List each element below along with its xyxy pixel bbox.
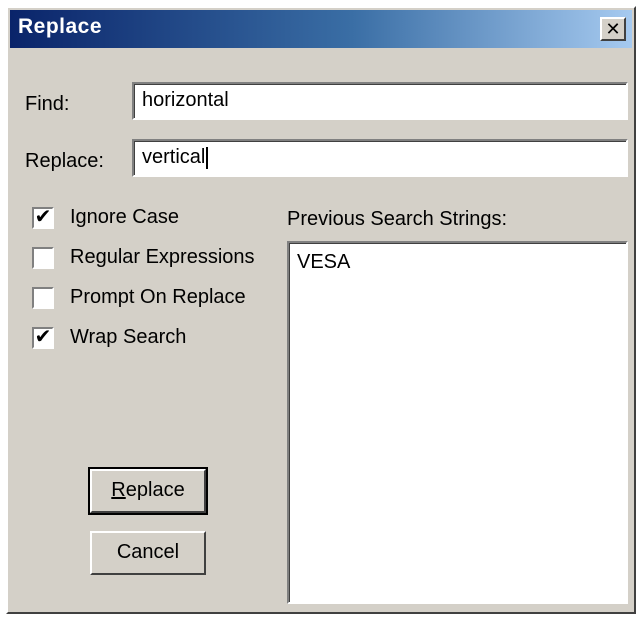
wrap-search-checkbox[interactable]: ✔ (32, 327, 54, 349)
replace-label: Replace: (25, 150, 104, 172)
title-bar[interactable]: Replace ✕ (10, 10, 632, 48)
find-label: Find: (25, 93, 70, 115)
previous-search-label: Previous Search Strings: (287, 208, 508, 230)
replace-button[interactable]: Replace (88, 467, 208, 515)
ignore-case-checkbox[interactable]: ✔ (32, 207, 54, 229)
regular-expressions-checkbox[interactable] (32, 247, 54, 269)
replace-input-value: vertical (142, 146, 206, 168)
replace-button-label: Replace (111, 479, 185, 501)
wrap-search-label: Wrap Search (70, 326, 187, 348)
text-caret (206, 146, 209, 169)
cancel-button[interactable]: Cancel (90, 531, 206, 575)
checkmark-icon: ✔ (34, 326, 52, 348)
cancel-button-label: Cancel (116, 541, 180, 563)
replace-dialog: Replace ✕ Find: horizontal Replace: vert… (6, 6, 636, 614)
list-item[interactable]: VESA (289, 243, 626, 274)
regular-expressions-label: Regular Expressions (70, 246, 255, 268)
prompt-on-replace-label: Prompt On Replace (70, 286, 246, 308)
close-icon: ✕ (605, 19, 621, 39)
prompt-on-replace-checkbox[interactable] (32, 287, 54, 309)
find-input[interactable]: horizontal (132, 82, 628, 120)
checkmark-icon: ✔ (34, 206, 52, 228)
replace-input[interactable]: vertical (132, 139, 628, 177)
find-input-value: horizontal (142, 89, 229, 111)
window-title: Replace (18, 15, 103, 38)
ignore-case-label: Ignore Case (70, 206, 179, 228)
previous-search-list[interactable]: VESA (287, 241, 628, 604)
close-button[interactable]: ✕ (600, 17, 626, 41)
